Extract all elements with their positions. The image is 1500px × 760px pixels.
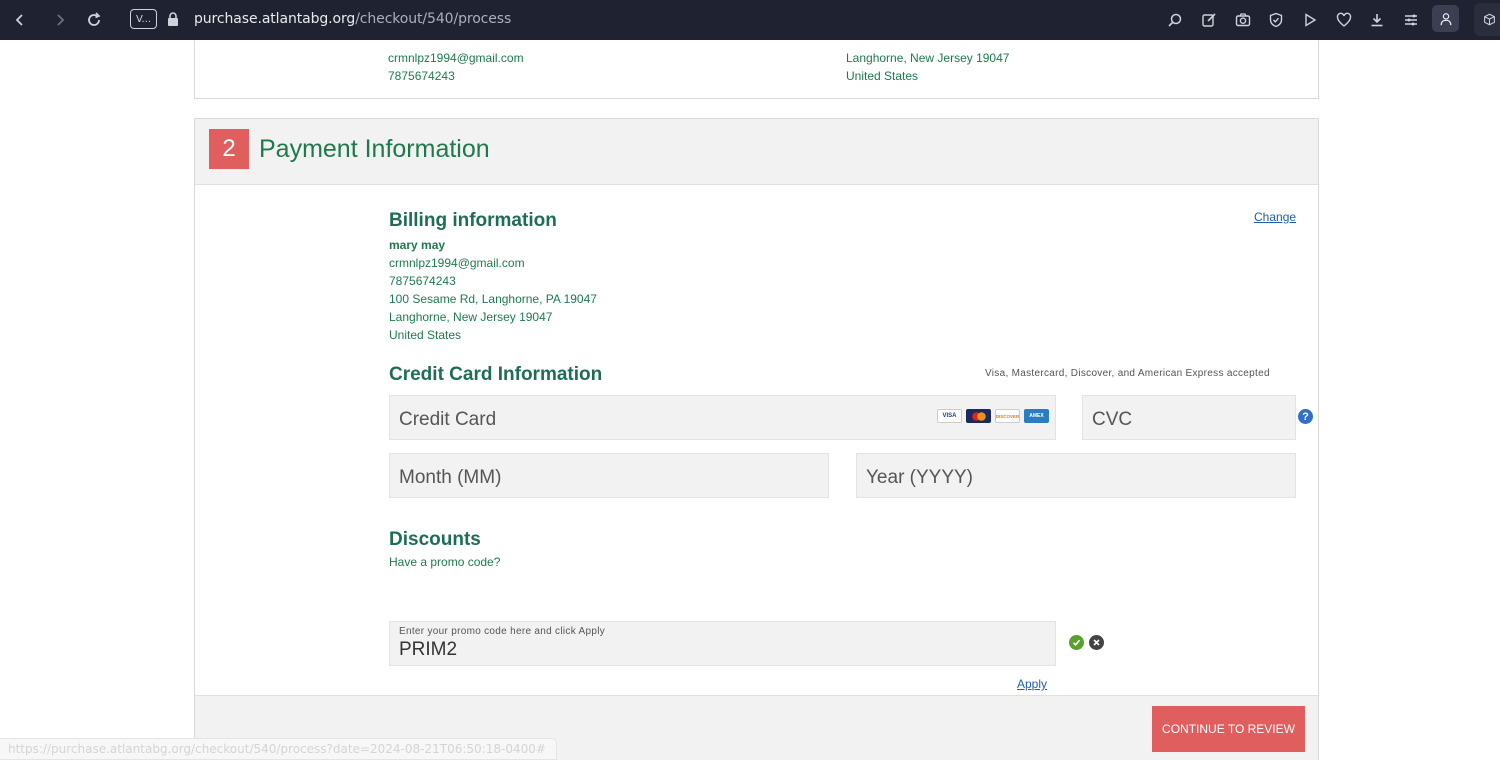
profile-icon[interactable] [1432,5,1459,32]
month-placeholder: Month (MM) [399,467,502,488]
credit-card-placeholder: Credit Card [399,409,497,430]
accepted-cards-note: Visa, Mastercard, Discover, and American… [985,368,1270,379]
credit-card-number-input[interactable]: Credit Card VISA DISCOVER AMEX [389,395,1056,440]
discover-logo-icon: DISCOVER [995,409,1020,423]
promo-code-hint: Enter your promo code here and click App… [399,626,606,637]
camera-icon[interactable] [1233,10,1253,30]
credit-card-title: Credit Card Information [389,364,603,385]
zoom-icon[interactable] [1165,10,1185,30]
forward-icon[interactable] [50,10,70,30]
heart-icon[interactable] [1334,10,1354,30]
payment-panel-title: Payment Information [259,135,490,163]
billing-phone: 7875674243 [389,274,456,288]
shipping-phone: 7875674243 [388,69,455,83]
discounts-title: Discounts [389,529,481,550]
amex-logo-icon: AMEX [1024,409,1049,423]
card-logos: VISA DISCOVER AMEX [937,409,1049,423]
billing-address-line1: 100 Sesame Rd, Langhorne, PA 19047 [389,292,597,306]
shield-icon[interactable] [1266,10,1286,30]
shipping-address: Langhorne, New Jersey 19047 United State… [846,49,1009,85]
expiry-year-input[interactable]: Year (YYYY) [856,453,1296,498]
payment-panel: 2 Payment Information Billing informatio… [194,118,1319,760]
step-number-badge: 2 [209,129,249,169]
continue-to-review-button[interactable]: CONTINUE TO REVIEW [1152,706,1305,752]
play-icon[interactable] [1300,10,1320,30]
clear-icon[interactable] [1089,635,1104,650]
address-bar[interactable]: purchase.atlantabg.org/checkout/540/proc… [194,11,511,27]
year-placeholder: Year (YYYY) [866,467,974,488]
status-bar-url: https://purchase.atlantabg.org/checkout/… [0,738,557,760]
cvc-input[interactable]: CVC [1082,395,1296,440]
edit-icon[interactable] [1199,10,1219,30]
visa-logo-icon: VISA [937,409,962,423]
shipping-summary-box: crmnlpz1994@gmail.com 7875674243 Langhor… [194,40,1319,99]
shipping-country: United States [846,69,919,83]
mastercard-logo-icon [966,409,991,423]
tab-indicator[interactable]: V... [130,9,157,29]
expiry-month-input[interactable]: Month (MM) [389,453,829,498]
cvc-placeholder: CVC [1092,409,1133,430]
billing-address-line2: Langhorne, New Jersey 19047 [389,310,553,324]
url-path: /checkout/540/process [355,11,512,27]
shipping-email: crmnlpz1994@gmail.com [388,51,524,65]
browser-toolbar: V... purchase.atlantabg.org/checkout/540… [0,0,1500,40]
billing-title: Billing information [389,210,557,231]
billing-country: United States [389,328,462,342]
back-icon[interactable] [10,10,30,30]
download-icon[interactable] [1367,10,1387,30]
billing-email: crmnlpz1994@gmail.com [389,256,525,270]
billing-address-block: mary may crmnlpz1994@gmail.com 787567424… [389,236,597,344]
check-icon[interactable] [1069,635,1084,650]
payment-panel-header: 2 Payment Information [195,119,1318,185]
url-host: purchase.atlantabg.org [194,11,356,27]
menu-icon[interactable] [1401,10,1421,30]
promo-question: Have a promo code? [389,555,501,569]
promo-code-value: PRIM2 [399,639,458,660]
shipping-contact: crmnlpz1994@gmail.com 7875674243 [388,49,524,85]
extension-icon[interactable] [1474,3,1500,36]
shipping-city-line: Langhorne, New Jersey 19047 [846,51,1010,65]
cvc-help-icon[interactable]: ? [1298,409,1313,424]
change-billing-link[interactable]: Change [1254,210,1296,224]
lock-icon [168,12,178,26]
checkout-page: crmnlpz1994@gmail.com 7875674243 Langhor… [0,40,1500,760]
reload-icon[interactable] [84,10,104,30]
promo-code-input[interactable]: Enter your promo code here and click App… [389,621,1056,666]
apply-promo-link[interactable]: Apply [1017,677,1047,691]
billing-name: mary may [389,238,446,252]
